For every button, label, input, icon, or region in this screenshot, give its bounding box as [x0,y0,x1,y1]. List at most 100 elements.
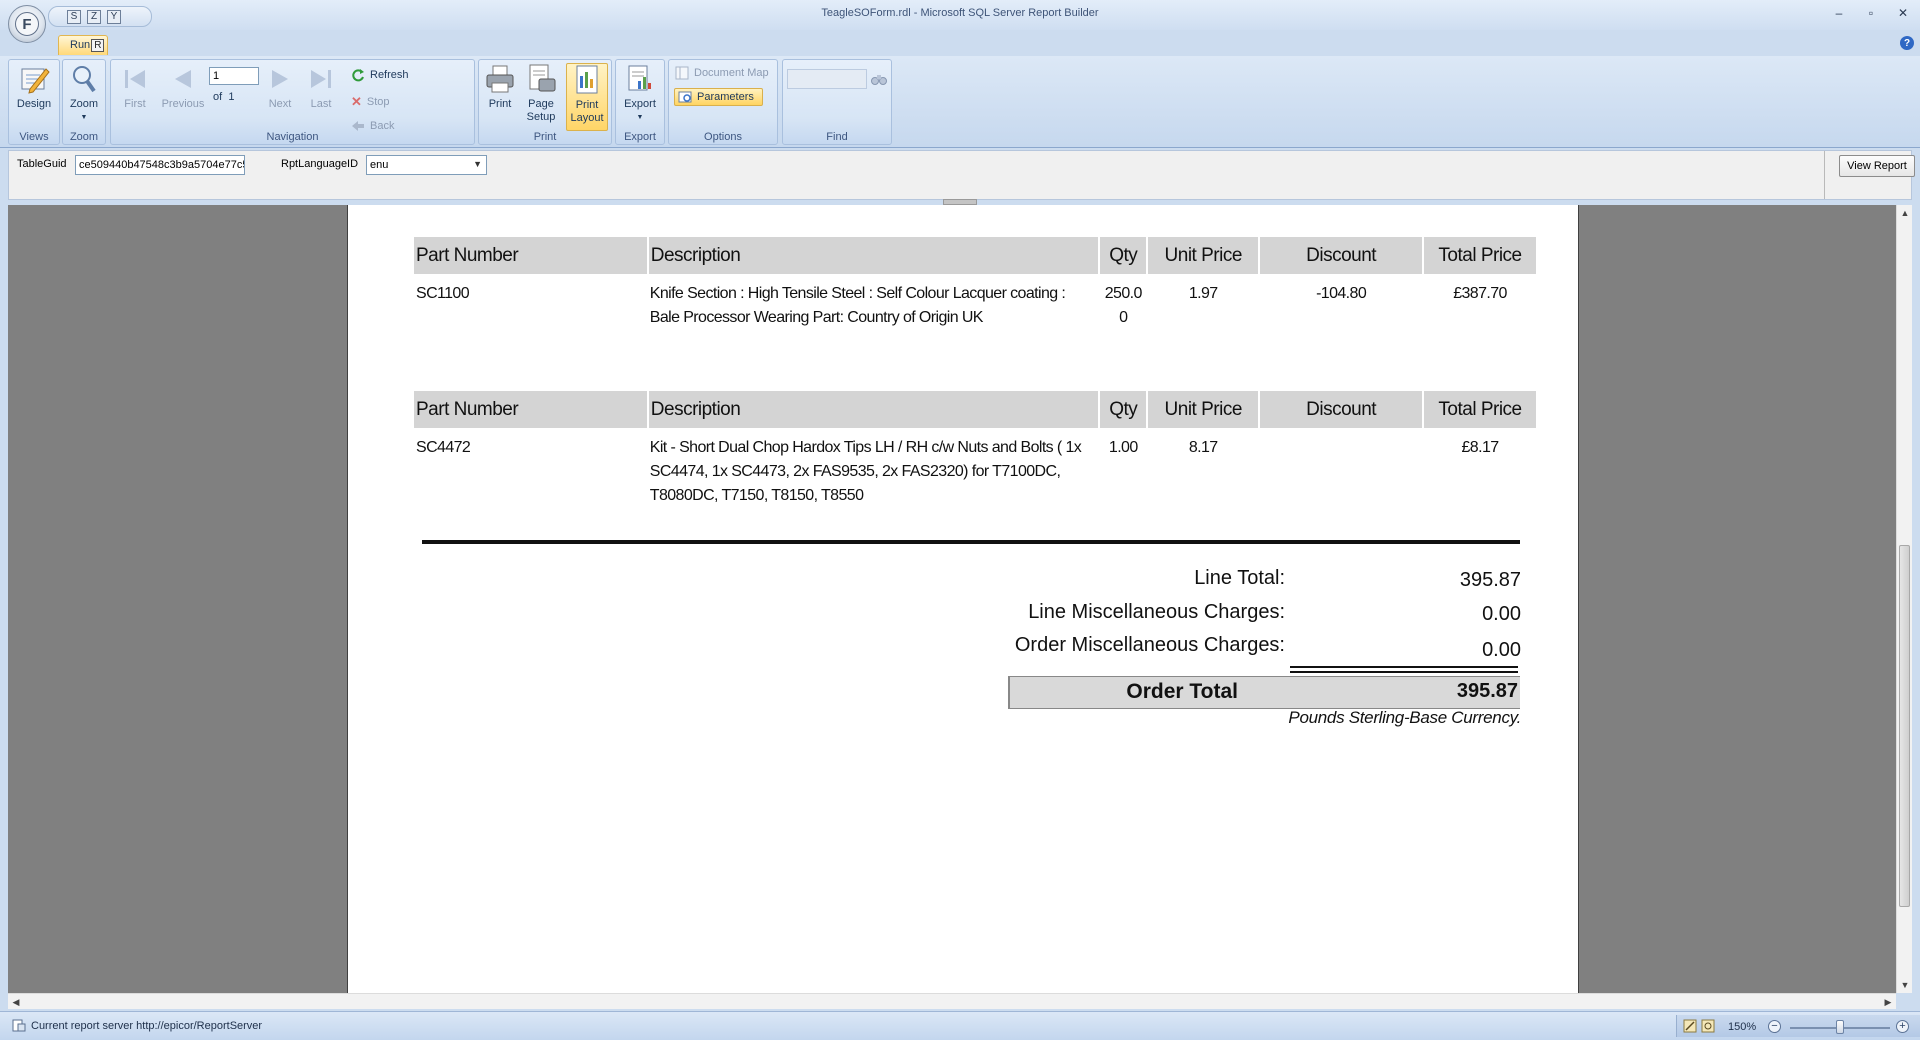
previous-button[interactable]: Previous [157,63,209,111]
group-navigation: First Previous of 1 Next Last Refresh [110,59,475,145]
zoom-in-icon[interactable]: + [1896,1020,1909,1033]
scroll-down-icon[interactable]: ▼ [1897,977,1913,993]
find-input[interactable] [787,69,867,89]
stop-button[interactable]: ✕ Stop [351,94,390,110]
col-unit-price: Unit Price [1147,391,1261,428]
view-report-button[interactable]: View Report [1839,155,1915,177]
group-views: Design Views [8,59,60,145]
group-zoom-label: Zoom [69,131,99,143]
app-orb-icon: F [15,12,39,36]
language-select[interactable]: enu ▼ [366,155,487,175]
part-number: SC4472 [416,439,471,456]
help-icon[interactable]: ? [1900,36,1914,50]
order-total-value: 395.87 [1456,680,1518,702]
col-qty: Qty [1099,237,1149,274]
zoom-slider-thumb[interactable] [1836,1020,1844,1034]
restore-button[interactable]: ▫ [1864,6,1878,20]
zoom-out-icon[interactable]: − [1768,1020,1781,1033]
col-unit-price: Unit Price [1147,237,1261,274]
ribbon-tab-row: Run R ? [0,30,1920,56]
line-misc-value: 0.00 [1482,603,1521,625]
design-label: Design [16,98,52,110]
parameter-divider [1824,151,1825,199]
page-count: of 1 [213,91,234,103]
vertical-scrollbar[interactable]: ▲ ▼ [1896,205,1912,993]
first-button[interactable]: First [117,63,153,111]
currency-note: Pounds Sterling-Base Currency. [1288,708,1521,727]
parameters-icon [678,91,692,103]
magnifier-icon [68,63,100,95]
document-map-button[interactable]: Document Map [675,66,769,80]
previous-label: Previous [161,98,205,110]
tab-run[interactable]: Run R [58,35,108,55]
next-page-icon [264,63,296,95]
scroll-left-icon[interactable]: ◀ [8,994,24,1010]
order-misc-value: 0.00 [1482,639,1521,661]
table-guid-input[interactable]: ce509440b47548c3b9a5704e77c5 [75,155,245,175]
of-label: of [213,91,223,103]
export-button[interactable]: Export ▼ [620,63,660,124]
part-number: SC1100 [416,285,470,302]
page-setup-button[interactable]: Page Setup [521,63,561,124]
table-row: SC1100 Knife Section : High Tensile Stee… [414,274,1537,330]
parameters-button[interactable]: Parameters [674,88,763,106]
preview-icon[interactable] [1701,1019,1715,1033]
report-viewport: Part Number Description Qty Unit Price D… [8,205,1896,993]
horizontal-scrollbar[interactable]: ◀ ▶ [8,993,1896,1009]
refresh-icon [352,69,364,82]
refresh-label: Refresh [370,69,409,81]
scroll-up-icon[interactable]: ▲ [1897,205,1913,221]
print-layout-button[interactable]: Print Layout [566,63,608,131]
col-total-price: Total Price [1423,237,1538,274]
first-page-icon [119,63,151,95]
app-orb-letter: F [22,15,32,33]
refresh-button[interactable]: Refresh [351,68,409,82]
binoculars-icon[interactable] [871,72,887,86]
group-export: Export ▼ Export [615,59,665,145]
last-label: Last [310,98,332,110]
vertical-scroll-thumb[interactable] [1899,545,1910,907]
order-total-label: Order Total [1126,680,1238,703]
totals-divider [422,540,1520,544]
order-total-box: Order Total 395.87 [1008,676,1520,709]
page-count-value: 1 [228,91,235,103]
zoom-label: Zoom [69,98,99,110]
close-button[interactable]: ✕ [1896,6,1910,20]
status-text: Current report server http://epicor/Repo… [31,1020,263,1032]
print-button[interactable]: Print [482,63,518,111]
qty: 250.0 0 [1099,274,1147,330]
scroll-right-icon[interactable]: ▶ [1880,994,1896,1010]
language-select-value: enu [370,159,389,171]
stop-label: Stop [366,96,390,108]
zoom-button[interactable]: Zoom ▼ [65,63,103,124]
ribbon: Design Views Zoom ▼ Zoom First Previous [0,56,1920,148]
page-setup-label-1: Page [528,98,554,110]
next-button[interactable]: Next [262,63,298,111]
description: Knife Section : High Tensile Steel : Sel… [649,285,1066,326]
table-header-row: Part Number Description Qty Unit Price D… [414,391,1538,428]
table-row: SC4472 Kit - Short Dual Chop Hardox Tips… [414,428,1537,508]
col-qty: Qty [1099,391,1149,428]
application-button[interactable]: F [8,5,46,43]
tab-run-keytip: R [91,39,105,52]
design-button[interactable]: Design [12,63,56,111]
zoom-dropdown-icon: ▼ [80,114,88,121]
qty-line-1: 250.0 [1104,285,1143,302]
last-button[interactable]: Last [303,63,339,111]
order-misc-label: Order Miscellaneous Charges: [1014,634,1285,656]
stop-icon: ✕ [351,94,362,109]
col-total-price: Total Price [1423,391,1538,428]
document-map-label: Document Map [694,67,769,79]
discount [1259,428,1423,508]
line-item-table-1: Part Number Description Qty Unit Price D… [414,237,1538,330]
window-title: TeagleSOForm.rdl - Microsoft SQL Server … [821,7,1099,19]
minimize-button[interactable]: – [1832,6,1846,20]
status-zoom-area [1676,1015,1920,1037]
page-setup-label-2: Setup [526,111,556,123]
edit-icon[interactable] [1683,1019,1697,1033]
tab-run-label: Run [70,39,91,51]
unit-price: 8.17 [1188,439,1218,456]
group-export-label: Export [624,131,656,143]
report-server-icon [12,1019,26,1032]
page-number-input[interactable] [209,67,259,85]
